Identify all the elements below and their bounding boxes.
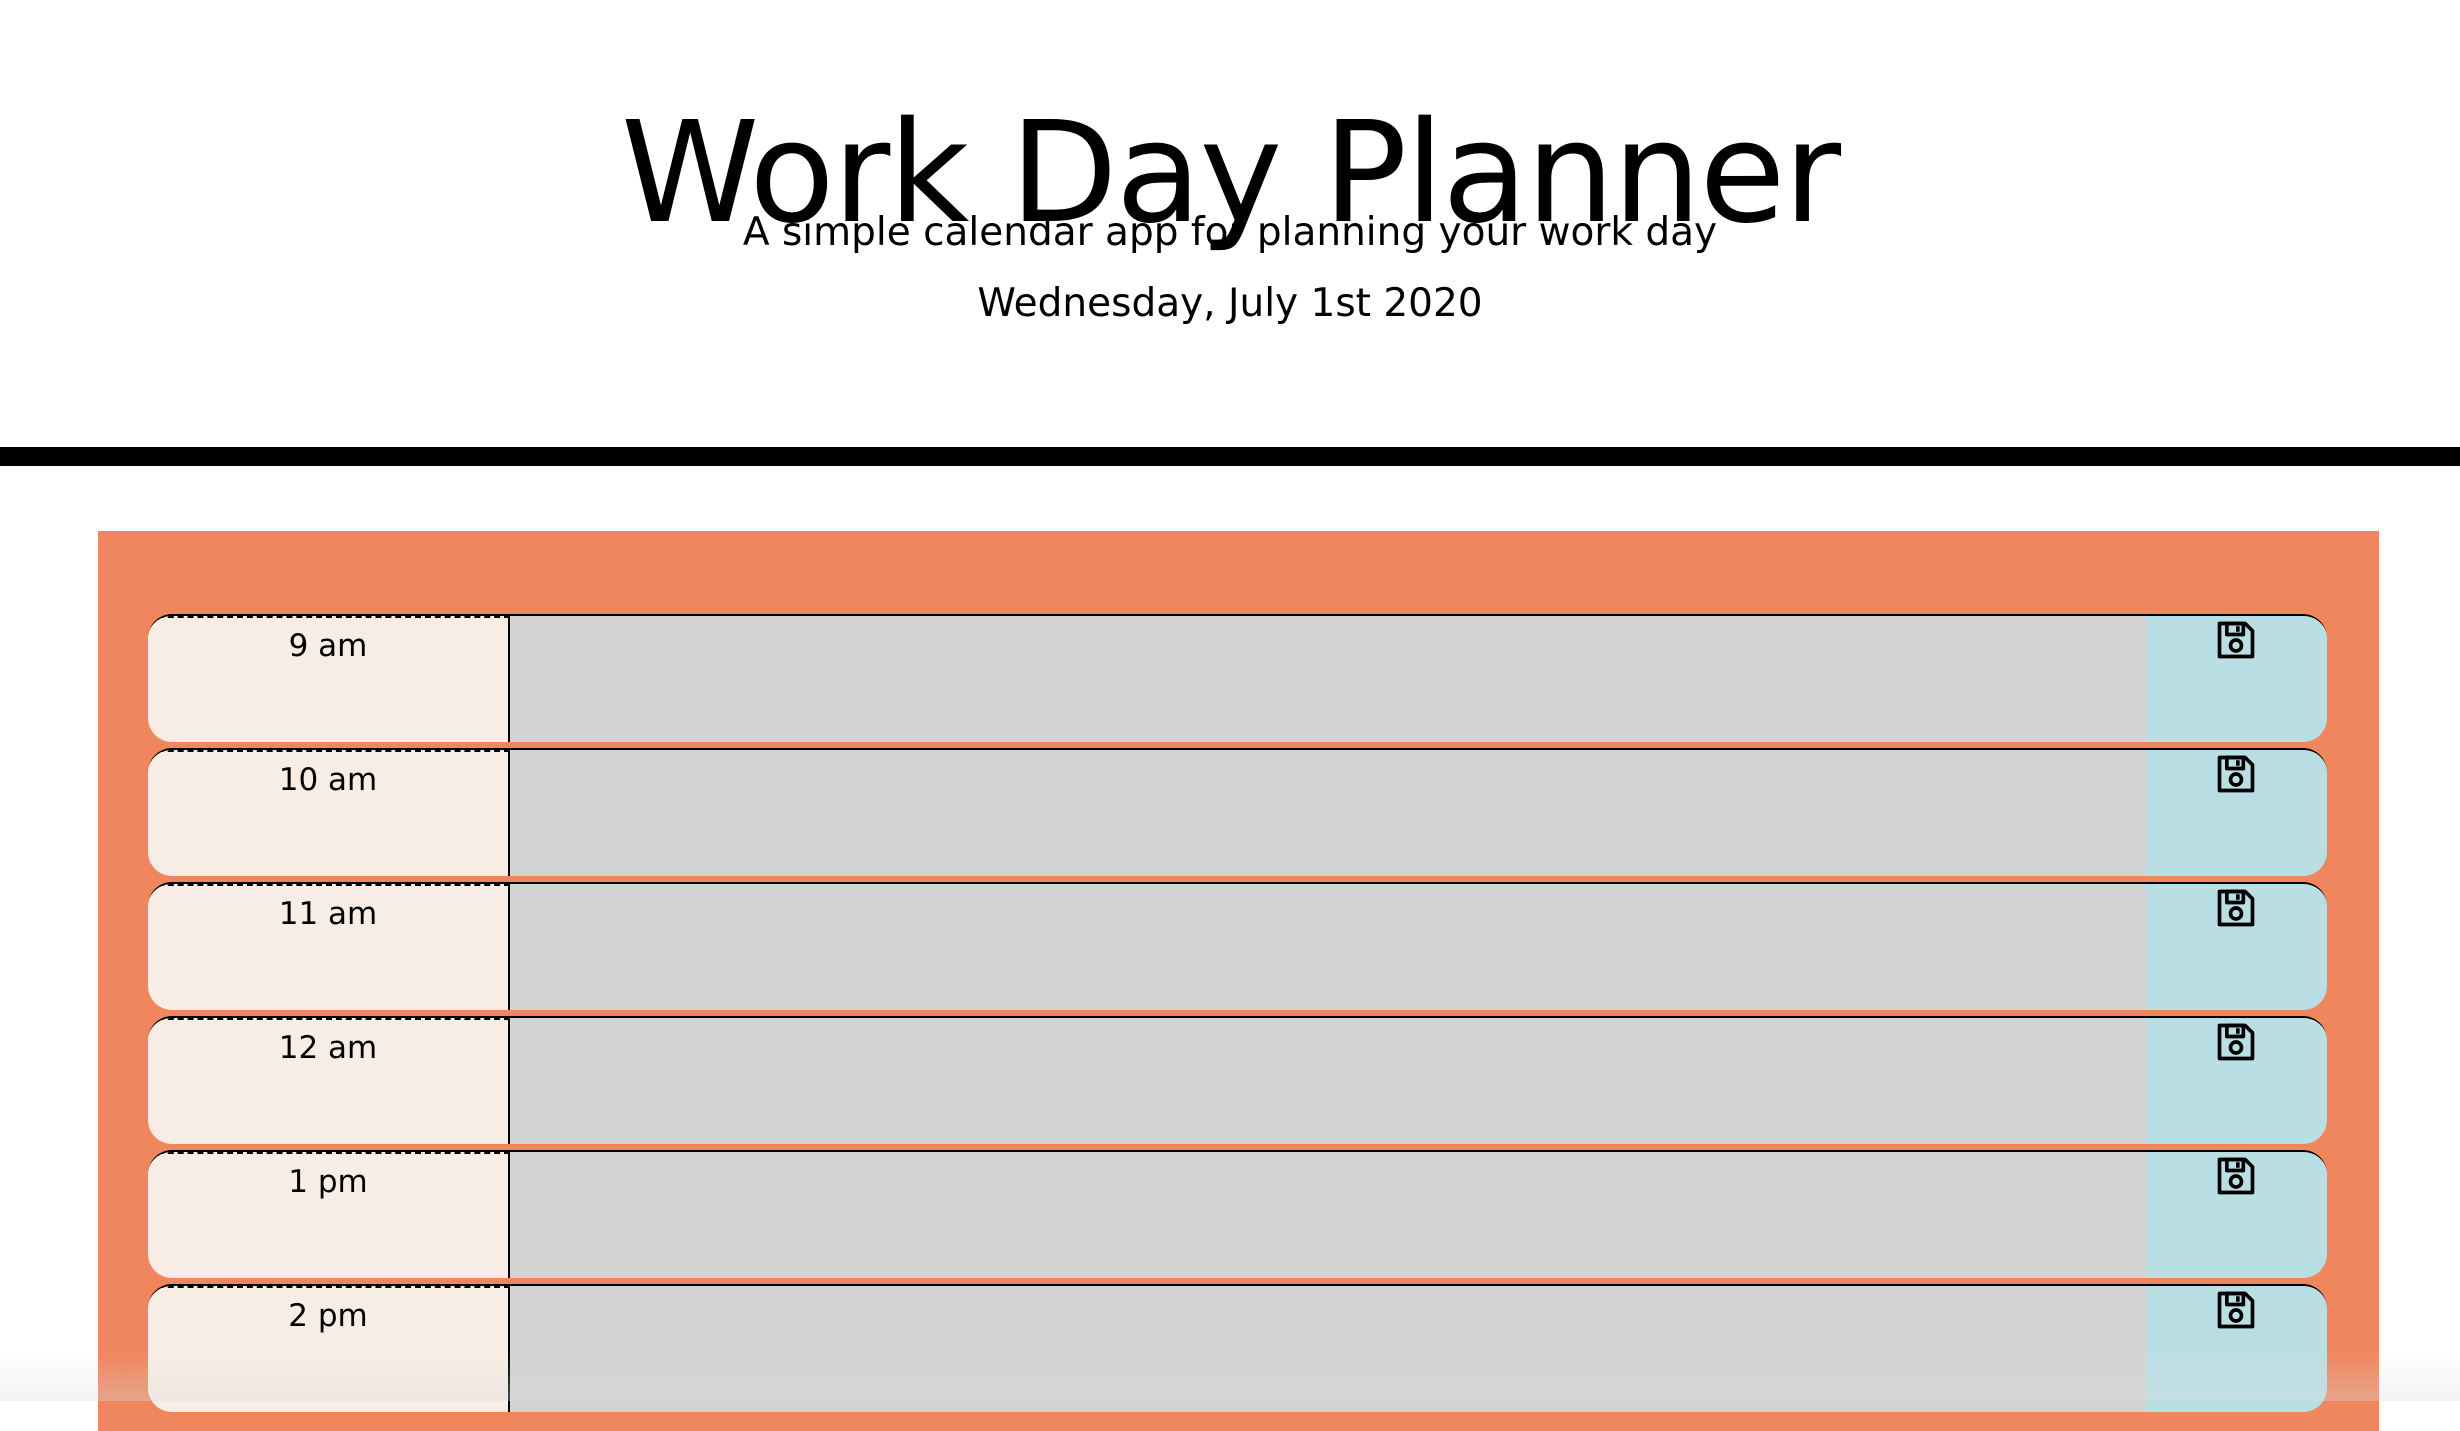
hour-label: 10 am	[148, 750, 510, 876]
save-button[interactable]	[2146, 1286, 2327, 1412]
floppy-disk-icon	[2217, 755, 2255, 793]
planner-container: 9 am 10 am 11 am 12 am 1 pm 2 pm	[98, 531, 2379, 1431]
timeblock-row: 9 am	[148, 614, 2327, 742]
event-textarea[interactable]	[510, 1152, 2146, 1278]
timeblock-row: 12 am	[148, 1016, 2327, 1144]
timeblock-row: 2 pm	[148, 1284, 2327, 1412]
event-textarea[interactable]	[510, 884, 2146, 1010]
hour-label: 9 am	[148, 616, 510, 742]
hour-label: 1 pm	[148, 1152, 510, 1278]
save-button[interactable]	[2146, 1018, 2327, 1144]
save-button[interactable]	[2146, 750, 2327, 876]
save-button[interactable]	[2146, 616, 2327, 742]
timeblock-row: 1 pm	[148, 1150, 2327, 1278]
page-subtitle: A simple calendar app for planning your …	[742, 210, 1718, 255]
hour-label: 2 pm	[148, 1286, 510, 1412]
floppy-disk-icon	[2217, 621, 2255, 659]
event-textarea[interactable]	[510, 616, 2146, 742]
header-divider	[0, 447, 2460, 466]
timeblock-row: 11 am	[148, 882, 2327, 1010]
timeblock-row: 10 am	[148, 748, 2327, 876]
page-header: Work Day Planner A simple calendar app f…	[0, 0, 2460, 447]
event-textarea[interactable]	[510, 750, 2146, 876]
hour-label: 12 am	[148, 1018, 510, 1144]
floppy-disk-icon	[2217, 1023, 2255, 1061]
current-date: Wednesday, July 1st 2020	[977, 281, 1483, 326]
save-button[interactable]	[2146, 884, 2327, 1010]
event-textarea[interactable]	[510, 1018, 2146, 1144]
event-textarea[interactable]	[510, 1286, 2146, 1412]
floppy-disk-icon	[2217, 1291, 2255, 1329]
floppy-disk-icon	[2217, 1157, 2255, 1195]
save-button[interactable]	[2146, 1152, 2327, 1278]
hour-label: 11 am	[148, 884, 510, 1010]
floppy-disk-icon	[2217, 889, 2255, 927]
